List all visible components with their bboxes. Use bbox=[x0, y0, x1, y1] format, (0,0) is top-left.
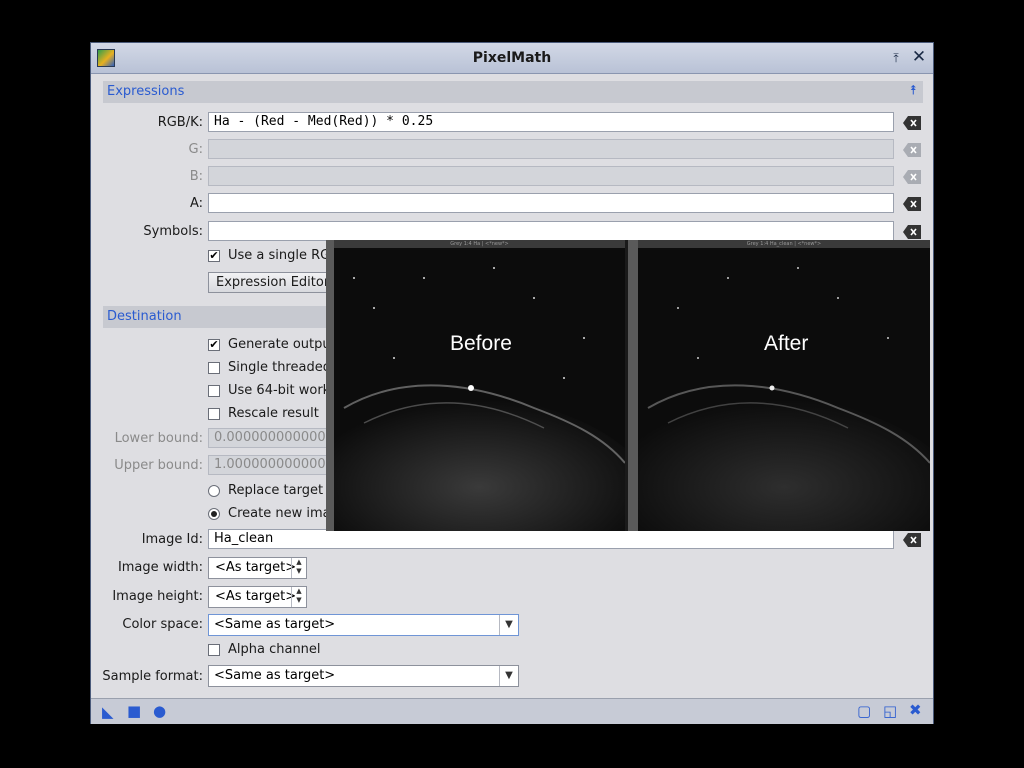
replace-target-radio[interactable] bbox=[208, 485, 220, 497]
sample-format-select[interactable]: <Same as target> ▼ bbox=[208, 665, 519, 687]
image-width-value: <As target> bbox=[215, 560, 297, 575]
title-bar[interactable]: PixelMath ⤒ ✕ bbox=[91, 43, 933, 74]
after-window-title: Grey 1:4 Ha_clean | <*new*> bbox=[638, 240, 930, 248]
before-window-title: Grey 1:4 Ha | <*new*> bbox=[334, 240, 625, 248]
clear-b-icon[interactable] bbox=[903, 170, 921, 184]
expressions-section-header[interactable]: Expressions ⯭ bbox=[103, 81, 923, 103]
image-width-label: Image width: bbox=[117, 560, 203, 575]
b-expression-input[interactable] bbox=[208, 166, 894, 186]
g-label: G: bbox=[188, 142, 203, 157]
clear-g-icon[interactable] bbox=[903, 143, 921, 157]
lower-bound-label: Lower bound: bbox=[114, 431, 203, 446]
after-label: After bbox=[764, 332, 809, 355]
image-height-label: Image height: bbox=[112, 589, 203, 604]
a-label: A: bbox=[189, 196, 203, 211]
image-width-spinbox[interactable]: <As target> ▲ ▼ bbox=[208, 557, 307, 579]
alpha-channel-label: Alpha channel bbox=[228, 642, 321, 657]
expression-editor-button[interactable]: Expression Editor bbox=[208, 272, 338, 293]
preview-icon[interactable]: ▢ bbox=[857, 703, 871, 719]
color-space-label: Color space: bbox=[122, 617, 203, 632]
close-button[interactable]: ✕ bbox=[911, 48, 927, 66]
single-rgb-label: Use a single RGB bbox=[228, 248, 340, 263]
clear-symbols-icon[interactable] bbox=[903, 225, 921, 239]
before-label: Before bbox=[450, 332, 512, 355]
a-expression-input[interactable] bbox=[208, 193, 894, 213]
rgbk-expression-input[interactable]: Ha - (Red - Med(Red)) * 0.25 bbox=[208, 112, 894, 132]
bottom-toolbar: ◣ ■ ● ▢ ◱ ✖ bbox=[91, 698, 933, 724]
symbols-input[interactable] bbox=[208, 221, 894, 241]
spin-arrows-icon[interactable]: ▲ ▼ bbox=[291, 558, 306, 578]
create-new-radio[interactable] bbox=[208, 508, 220, 520]
color-space-select[interactable]: <Same as target> ▼ bbox=[208, 614, 519, 636]
collapse-icon[interactable]: ⯭ bbox=[909, 83, 917, 98]
use-64bit-checkbox[interactable] bbox=[208, 385, 220, 397]
sample-format-value: <Same as target> bbox=[214, 668, 336, 683]
sample-format-label: Sample format: bbox=[102, 669, 203, 684]
image-height-value: <As target> bbox=[215, 589, 297, 604]
image-id-input[interactable]: Ha_clean bbox=[208, 529, 894, 549]
after-nebula-image bbox=[638, 248, 930, 531]
after-image-window[interactable]: Grey 1:4 Ha_clean | <*new*> After bbox=[638, 240, 930, 531]
rescale-label: Rescale result bbox=[228, 406, 319, 421]
use-64bit-label: Use 64-bit worki bbox=[228, 383, 334, 398]
clear-a-icon[interactable] bbox=[903, 197, 921, 211]
rescale-checkbox[interactable] bbox=[208, 408, 220, 420]
single-threaded-checkbox[interactable] bbox=[208, 362, 220, 374]
chevron-down-icon[interactable]: ▼ bbox=[499, 666, 518, 686]
right-window-strip[interactable] bbox=[628, 240, 638, 531]
create-new-label: Create new imag bbox=[228, 506, 339, 521]
before-nebula-image bbox=[334, 248, 625, 531]
shade-button[interactable]: ⤒ bbox=[889, 50, 903, 66]
clear-rgbk-icon[interactable] bbox=[903, 116, 921, 130]
section-title: Expressions bbox=[107, 84, 185, 99]
left-window-strip[interactable] bbox=[326, 240, 334, 531]
apply-icon[interactable]: ■ bbox=[127, 703, 141, 719]
upper-bound-label: Upper bound: bbox=[114, 458, 203, 473]
image-height-spinbox[interactable]: <As target> ▲ ▼ bbox=[208, 586, 307, 608]
rgbk-label: RGB/K: bbox=[157, 115, 203, 130]
g-expression-input[interactable] bbox=[208, 139, 894, 159]
single-rgb-checkbox[interactable]: ✔ bbox=[208, 250, 220, 262]
single-threaded-label: Single threaded bbox=[228, 360, 331, 375]
symbols-label: Symbols: bbox=[143, 224, 203, 239]
b-label: B: bbox=[189, 169, 203, 184]
generate-output-label: Generate output bbox=[228, 337, 336, 352]
before-after-overlay: Grey 1:4 Ha | <*new*> Before Grey 1:4 Ha… bbox=[326, 240, 930, 531]
color-space-value: <Same as target> bbox=[214, 617, 336, 632]
clear-image-id-icon[interactable] bbox=[903, 533, 921, 547]
spin-arrows-icon[interactable]: ▲ ▼ bbox=[291, 587, 306, 607]
window-title: PixelMath bbox=[472, 50, 552, 66]
new-instance-icon[interactable]: ◣ bbox=[102, 704, 114, 720]
alpha-channel-checkbox[interactable] bbox=[208, 644, 220, 656]
documentation-icon[interactable]: ◱ bbox=[883, 703, 897, 719]
section-title: Destination bbox=[107, 309, 182, 324]
chevron-down-icon[interactable]: ▼ bbox=[499, 615, 518, 635]
image-id-label: Image Id: bbox=[141, 532, 203, 547]
reset-icon[interactable]: ✖ bbox=[909, 702, 922, 718]
generate-output-checkbox[interactable]: ✔ bbox=[208, 339, 220, 351]
apply-global-icon[interactable]: ● bbox=[153, 703, 166, 719]
replace-target-label: Replace target in bbox=[228, 483, 340, 498]
before-image-window[interactable]: Grey 1:4 Ha | <*new*> Before bbox=[334, 240, 625, 531]
